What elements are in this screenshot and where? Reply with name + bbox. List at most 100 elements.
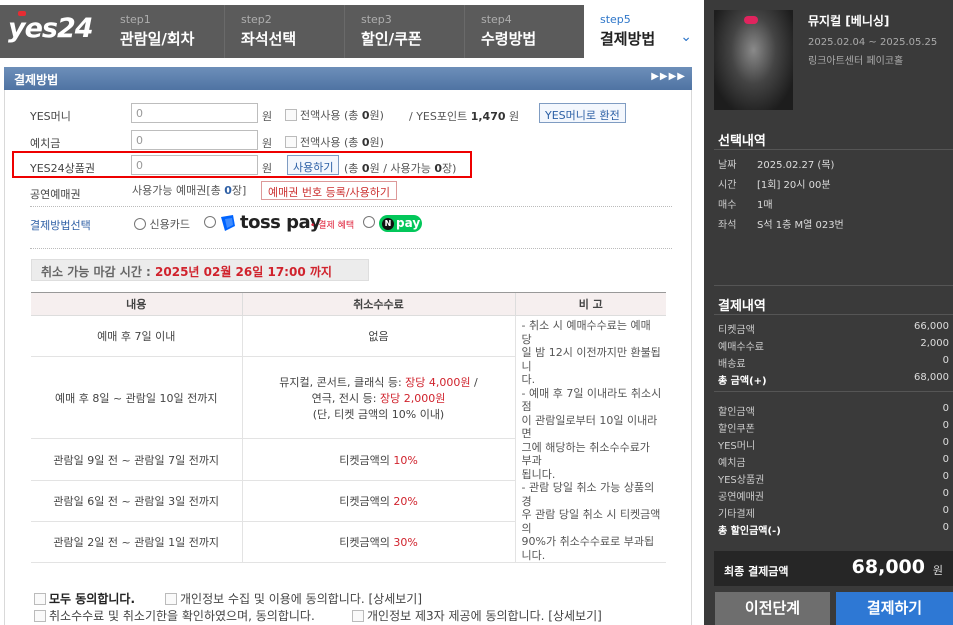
agree-privacy-collect-checkbox[interactable]: [165, 593, 177, 605]
step-2-label: 좌석선택: [241, 30, 297, 48]
agree-privacy-collect-text: 개인정보 수집 및 이용에 동의합니다. [상세보기]: [180, 592, 423, 606]
cancel-note: - 취소 시 예매수수료는 예매 당 일 밤 12시 이전까지만 환불됩니 다.…: [514, 315, 666, 563]
fee-red: 20%: [393, 494, 418, 508]
yes-money-input[interactable]: [131, 103, 258, 123]
yes-money-use-all-amount: 0: [361, 109, 370, 122]
row-fee: 티켓금액의 20%: [241, 480, 515, 522]
row-period: 예매 후 7일 이내: [31, 315, 242, 358]
toss-pay-radio[interactable]: [204, 216, 216, 228]
divider: [30, 248, 672, 249]
convert-yes-money-button[interactable]: YES머니로 환전: [539, 103, 626, 123]
yes-money-unit: 원: [262, 110, 273, 123]
chevron-down-icon[interactable]: ⌄: [680, 29, 692, 45]
step-2[interactable]: step2 좌석선택: [224, 5, 344, 58]
toss-pay-badge: • 결제 혜택: [310, 221, 355, 231]
table-row: 예매 후 7일 이내 없음 - 취소 시 예매수수료는 예매 당 일 밤 12시…: [31, 315, 666, 563]
note-line: - 취소 시 예매수수료는 예매 당: [521, 319, 651, 346]
agree-privacy-third[interactable]: 개인정보 제3자 제공에 동의합니다. [상세보기]: [352, 607, 602, 624]
divider: [714, 285, 953, 286]
summary-panel: 뮤지컬 [베니싱] 2025.02.04 ~ 2025.05.25 링크아트센터…: [704, 0, 953, 625]
yes-point-prefix: / YES포인트: [409, 110, 468, 123]
fee-line2-red: 장당 2,000원: [379, 391, 446, 405]
step-4-num: step4: [481, 13, 512, 26]
discount-key: YES상품권: [718, 475, 765, 486]
fee-prefix: 티켓금액의: [339, 494, 394, 508]
step-4[interactable]: step4 수령방법: [464, 5, 584, 58]
row-period: 관람일 6일 전 ~ 관람일 3일 전까지: [31, 480, 242, 522]
gift-card-input[interactable]: [131, 155, 258, 175]
step-5-num: step5: [600, 13, 631, 26]
selection-key: 시간: [718, 180, 737, 191]
deposit-use-all[interactable]: 전액사용 (총 0원): [285, 134, 384, 150]
section-header: 결제방법 ▶▶▶▶: [4, 67, 692, 90]
table-header-row: 내용 취소수수료 비 고: [31, 292, 666, 316]
discount-key: 예치금: [718, 458, 746, 469]
voucher-info-prefix: 사용가능 예매권[총: [132, 184, 225, 197]
poster-heart-icon: [744, 16, 758, 24]
cancel-deadline: 취소 가능 마감 시간 : 2025년 02월 26일 17:00 까지: [31, 259, 369, 281]
prev-step-button[interactable]: 이전단계: [715, 592, 830, 625]
fee-line1-red: 장당 4,000원: [405, 375, 471, 389]
divider: [714, 391, 953, 392]
credit-card-option[interactable]: 신용카드: [134, 216, 190, 232]
discount-total-value: 0: [942, 522, 949, 533]
discount-key: 공연예매권: [718, 492, 764, 503]
agree-privacy-third-checkbox[interactable]: [352, 610, 364, 622]
step-3-label: 할인/쿠폰: [361, 30, 422, 48]
credit-card-radio[interactable]: [134, 218, 146, 230]
pay-button[interactable]: 결제하기: [836, 592, 953, 625]
final-amount-box: 최종 결제금액 68,000 원: [714, 551, 953, 586]
fee-line1-suffix: /: [470, 375, 478, 389]
yes-money-label: YES머니: [30, 110, 71, 123]
fee-red: 30%: [393, 535, 418, 549]
show-date-range: 2025.02.04 ~ 2025.05.25: [808, 37, 938, 48]
npay-radio[interactable]: [363, 216, 375, 228]
payment-key: 티켓금액: [718, 325, 755, 336]
agree-cancel-fee[interactable]: 취소수수료 및 취소기한을 확인하였으며, 동의합니다.: [34, 607, 315, 624]
use-gift-card-button[interactable]: 사용하기: [287, 155, 340, 175]
agree-cancel-fee-checkbox[interactable]: [34, 610, 46, 622]
yes-point-info: / YES포인트 1,470 원: [409, 108, 519, 124]
row-fee: 티켓금액의 30%: [241, 521, 515, 564]
discount-value: 0: [942, 471, 949, 482]
yes-money-use-all[interactable]: 전액사용 (총 0원): [285, 107, 384, 123]
step-3[interactable]: step3 할인/쿠폰: [344, 5, 464, 58]
payment-value: 2,000: [920, 338, 949, 349]
cancel-deadline-datetime: 2025년 02월 26일 17:00 까지: [155, 265, 332, 279]
selection-title: 선택내역: [718, 134, 766, 149]
gift-card-info-total: 0: [361, 162, 370, 175]
show-title: 뮤지컬 [베니싱]: [808, 14, 890, 28]
divider: [714, 149, 953, 150]
yes-point-value: 1,470: [470, 110, 506, 123]
agree-all[interactable]: 모두 동의합니다.: [34, 590, 135, 607]
payment-key: 배송료: [718, 359, 746, 370]
yes24-logo[interactable]: yes24: [0, 5, 104, 58]
npay-logo: Npay: [379, 215, 422, 232]
show-venue: 링크아트센터 페이코홀: [808, 56, 904, 67]
payment-total-value: 68,000: [914, 372, 949, 383]
step-1[interactable]: step1 관람일/회차: [104, 5, 224, 58]
deposit-input[interactable]: [131, 130, 258, 150]
voucher-label: 공연예매권: [30, 188, 81, 201]
agree-all-checkbox[interactable]: [34, 593, 46, 605]
gift-card-unit: 원: [262, 162, 273, 175]
row-fee: 뮤지컬, 콘서트, 클래식 등: 장당 4,000원 / 연극, 전시 등: 장…: [241, 356, 515, 440]
agree-privacy-collect[interactable]: 개인정보 수집 및 이용에 동의합니다. [상세보기]: [165, 590, 422, 607]
register-voucher-button[interactable]: 예매권 번호 등록/사용하기: [261, 181, 398, 200]
yes-point-unit: 원: [509, 110, 520, 123]
selection-key: 매수: [718, 200, 737, 211]
table-header-fee: 취소수수료: [241, 292, 515, 316]
yes-money-use-all-checkbox[interactable]: [285, 109, 297, 121]
discount-value: 0: [942, 454, 949, 465]
gift-card-info: (총 0원 / 사용가능 0장): [344, 160, 456, 176]
fee-prefix: 티켓금액의: [339, 453, 394, 467]
deposit-use-all-checkbox[interactable]: [285, 136, 297, 148]
final-amount-label: 최종 결제금액: [724, 565, 789, 578]
fee-line3: (단, 티켓 금액의 10% 이내): [312, 407, 445, 421]
voucher-info-count: 0: [224, 184, 232, 197]
gift-card-info-prefix: (총: [344, 162, 362, 175]
deposit-use-all-unit: 원): [369, 136, 384, 149]
step-5[interactable]: step5 결제방법 ⌄: [584, 5, 704, 58]
payment-method-label: 결제방법선택: [30, 219, 91, 232]
step-bar: yes24 step1 관람일/회차 step2 좌석선택 step3 할인/쿠…: [0, 0, 704, 58]
